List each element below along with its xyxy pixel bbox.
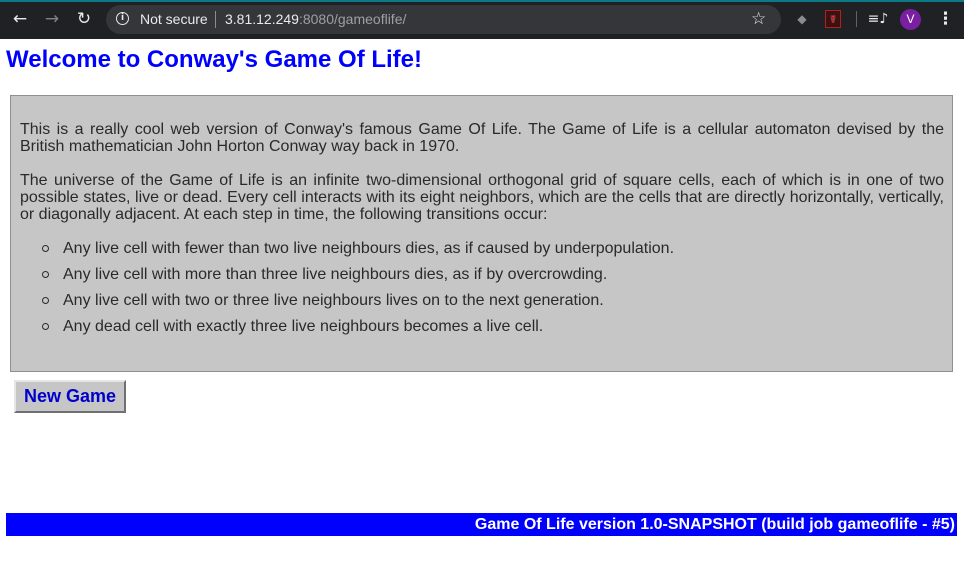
arrow-right-icon: → bbox=[44, 8, 60, 29]
toolbar-divider bbox=[856, 11, 857, 27]
url-host: 3.81.12.249 bbox=[225, 11, 299, 27]
arrow-left-icon: ← bbox=[12, 8, 28, 29]
extension-puzzle-button[interactable]: ◆ bbox=[795, 10, 809, 28]
pdf-icon: ☤ bbox=[829, 12, 837, 26]
bullet-icon bbox=[42, 271, 49, 278]
media-control-button[interactable]: ≡♪ bbox=[867, 10, 889, 28]
rule-item: Any dead cell with exactly three live ne… bbox=[20, 318, 944, 344]
back-button[interactable]: ← bbox=[9, 8, 31, 30]
kebab-menu-icon[interactable]: ⋮ bbox=[937, 9, 954, 29]
bullet-icon bbox=[42, 323, 49, 330]
rule-text: Any dead cell with exactly three live ne… bbox=[63, 318, 544, 335]
rule-item: Any live cell with more than three live … bbox=[20, 266, 944, 292]
intro-paragraph-1: This is a really cool web version of Con… bbox=[20, 121, 944, 155]
info-icon[interactable]: i bbox=[116, 12, 129, 25]
rule-item: Any live cell with fewer than two live n… bbox=[20, 240, 944, 266]
puzzle-icon: ◆ bbox=[797, 12, 807, 26]
reload-button[interactable]: ↻ bbox=[73, 8, 95, 30]
window-accent-strip bbox=[0, 0, 964, 2]
browser-toolbar: ← → ↻ i Not secure 3.81.12.249:8080/game… bbox=[0, 0, 964, 39]
bullet-icon bbox=[42, 297, 49, 304]
security-label[interactable]: Not secure bbox=[140, 11, 208, 28]
page-title: Welcome to Conway's Game Of Life! bbox=[6, 46, 423, 73]
rule-text: Any live cell with more than three live … bbox=[63, 266, 608, 283]
profile-avatar[interactable]: V bbox=[900, 9, 921, 30]
star-icon[interactable]: ☆ bbox=[751, 9, 766, 29]
url-path: :8080/gameoflife/ bbox=[298, 11, 407, 27]
rule-text: Any live cell with two or three live nei… bbox=[63, 292, 604, 309]
omnibox-divider bbox=[215, 11, 216, 28]
url-text[interactable]: 3.81.12.249:8080/gameoflife/ bbox=[225, 11, 406, 28]
extension-pdf-button[interactable]: ☤ bbox=[825, 10, 841, 28]
version-footer: Game Of Life version 1.0-SNAPSHOT (build… bbox=[6, 513, 957, 536]
bullet-icon bbox=[42, 245, 49, 252]
media-control-icon: ≡♪ bbox=[867, 11, 889, 27]
new-game-button[interactable]: New Game bbox=[14, 380, 126, 413]
intro-paragraph-2: The universe of the Game of Life is an i… bbox=[20, 172, 944, 223]
rules-list: Any live cell with fewer than two live n… bbox=[20, 240, 944, 344]
intro-panel: This is a really cool web version of Con… bbox=[10, 95, 953, 372]
reload-icon: ↻ bbox=[76, 8, 92, 29]
rule-text: Any live cell with fewer than two live n… bbox=[63, 240, 675, 257]
address-bar[interactable]: i Not secure 3.81.12.249:8080/gameoflife… bbox=[106, 5, 781, 34]
rule-item: Any live cell with two or three live nei… bbox=[20, 292, 944, 318]
forward-button[interactable]: → bbox=[41, 8, 63, 30]
